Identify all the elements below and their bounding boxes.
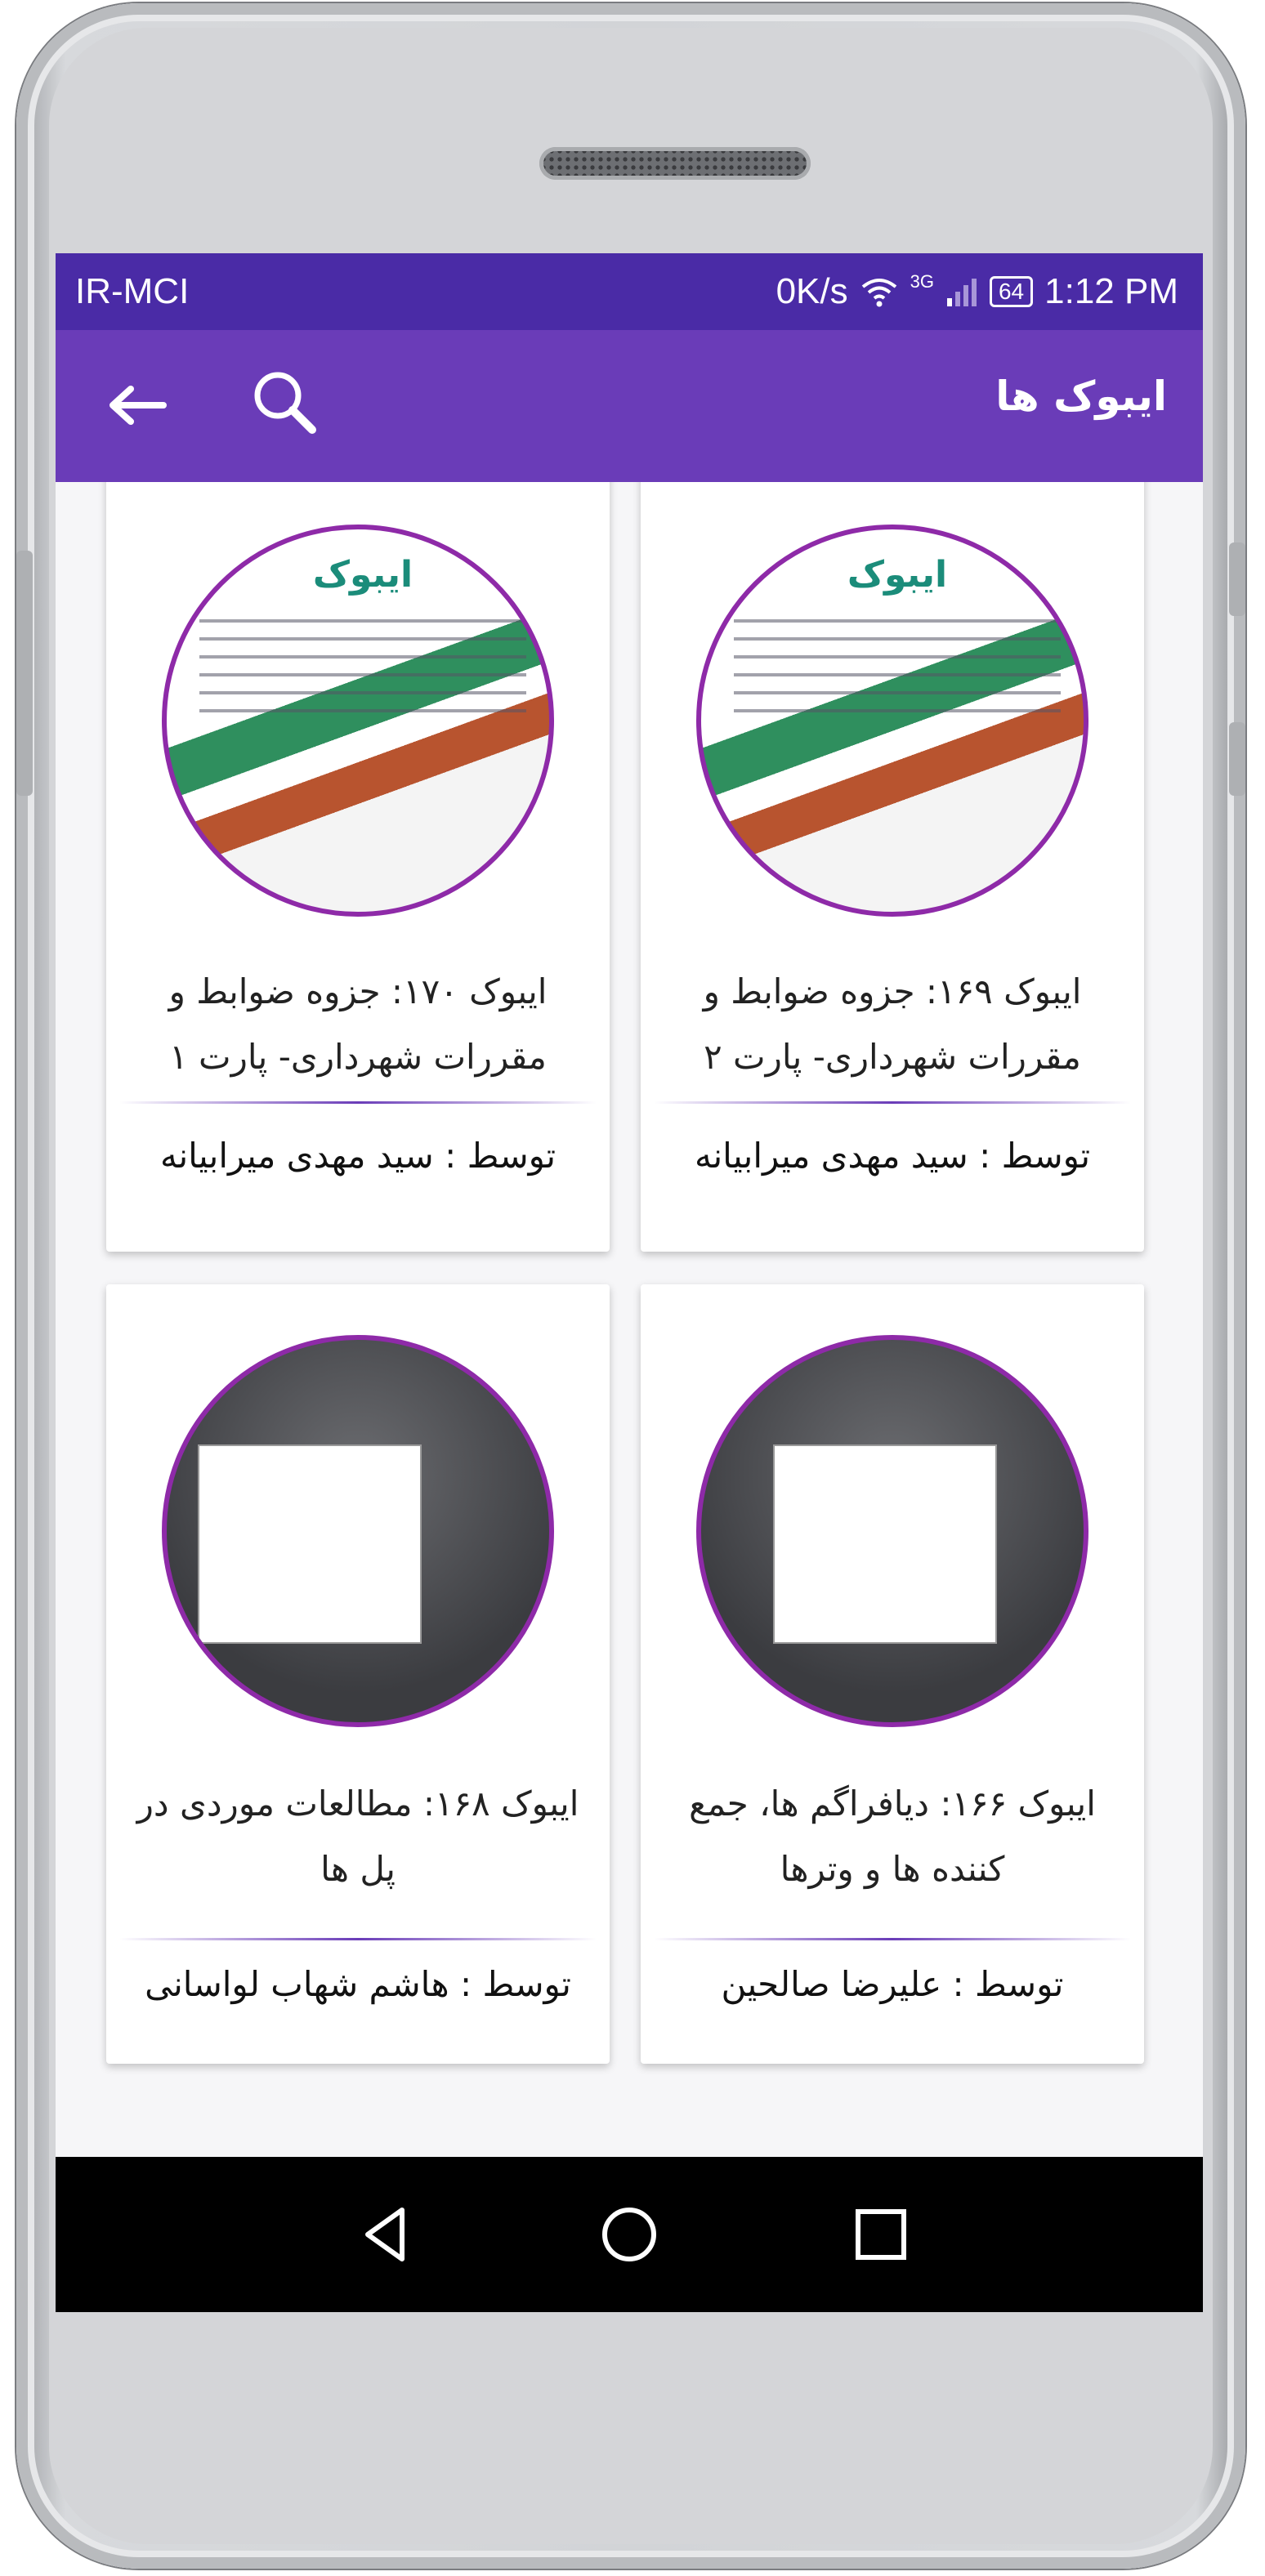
cover-diagram — [775, 1446, 995, 1642]
wifi-icon — [861, 279, 896, 307]
book-title: ایبوک ۱۶۶: دیافراگم ها، جمع کننده ها و و… — [660, 1771, 1124, 1902]
book-author: توسط : علیرضا صالحین — [721, 1964, 1064, 2004]
card-divider — [119, 1101, 597, 1104]
side-button — [1229, 722, 1245, 796]
cover-text-lines — [199, 619, 526, 717]
nav-home-icon[interactable] — [588, 2194, 670, 2275]
search-icon[interactable] — [245, 363, 327, 444]
book-cover-image — [162, 1335, 554, 1727]
card-divider — [119, 1938, 597, 1940]
book-title-line: ایبوک ۱۶۹: جزوه ضوابط و — [703, 971, 1082, 1011]
book-title-line: ایبوک ۱۷۰: جزوه ضوابط و — [168, 971, 548, 1011]
network-type: 3G — [910, 271, 934, 292]
card-divider — [654, 1101, 1131, 1104]
book-card[interactable]: ایبوک ۱۶۸: مطالعات موردی در پل ها توسط :… — [106, 1284, 610, 2064]
book-author: توسط : هاشم شهاب لواسانی — [145, 1964, 571, 2004]
book-title-line: کننده ها و وترها — [780, 1849, 1005, 1889]
book-author: توسط : سید مهدی میرابیانه — [159, 1136, 557, 1176]
status-bar: IR-MCI 0K/s 3G 64 1:12 PM — [56, 253, 1203, 330]
nav-recents-icon[interactable] — [840, 2194, 922, 2275]
book-grid: ایبوک ایبوک ۱۶۹: جزوه ضوابط و مقررات شهر… — [56, 482, 1203, 2165]
network-speed: 0K/s — [776, 271, 848, 311]
nav-back-icon[interactable] — [343, 2194, 425, 2275]
book-title-line: پل ها — [320, 1849, 396, 1889]
cover-diagram — [199, 1446, 420, 1642]
card-divider — [654, 1938, 1131, 1940]
power-button — [1229, 542, 1245, 616]
book-cover-image — [696, 1335, 1088, 1727]
book-title-line: مقررات شهرداری- پارت ۱ — [169, 1037, 547, 1077]
book-card[interactable]: ایبوک ۱۶۶: دیافراگم ها، جمع کننده ها و و… — [641, 1284, 1144, 2064]
screen: IR-MCI 0K/s 3G 64 1:12 PM ایبوک ها ایبوک… — [56, 253, 1203, 2312]
back-arrow-icon[interactable] — [96, 364, 178, 446]
book-title-line: ایبوک ۱۶۶: دیافراگم ها، جمع — [689, 1784, 1096, 1824]
cover-logo: ایبوک — [312, 554, 413, 596]
cover-logo: ایبوک — [847, 554, 948, 596]
book-title: ایبوک ۱۶۸: مطالعات موردی در پل ها — [126, 1771, 590, 1902]
status-right: 0K/s 3G 64 1:12 PM — [776, 271, 1178, 312]
book-title-line: ایبوک ۱۶۸: مطالعات موردی در — [136, 1784, 579, 1824]
clock: 1:12 PM — [1044, 271, 1178, 311]
page-title: ایبوک ها — [995, 373, 1167, 420]
carrier-name: IR-MCI — [75, 271, 190, 311]
book-card[interactable]: ایبوک ایبوک ۱۷۰: جزوه ضوابط و مقررات شهر… — [106, 482, 610, 1252]
book-title: ایبوک ۱۷۰: جزوه ضوابط و مقررات شهرداری- … — [126, 959, 590, 1090]
book-author: توسط : سید مهدی میرابیانه — [694, 1136, 1091, 1176]
app-bar: ایبوک ها — [56, 330, 1203, 482]
speaker-grille — [539, 147, 811, 180]
volume-button — [16, 551, 33, 796]
navigation-bar — [56, 2157, 1203, 2312]
book-title: ایبوک ۱۶۹: جزوه ضوابط و مقررات شهرداری- … — [660, 959, 1124, 1090]
book-cover-image: ایبوک — [162, 525, 554, 917]
battery-icon: 64 — [989, 276, 1034, 307]
signal-icon — [946, 279, 977, 306]
book-title-line: مقررات شهرداری- پارت ۲ — [704, 1037, 1081, 1077]
book-card[interactable]: ایبوک ایبوک ۱۶۹: جزوه ضوابط و مقررات شهر… — [641, 482, 1144, 1252]
book-cover-image: ایبوک — [696, 525, 1088, 917]
cover-text-lines — [734, 619, 1061, 717]
